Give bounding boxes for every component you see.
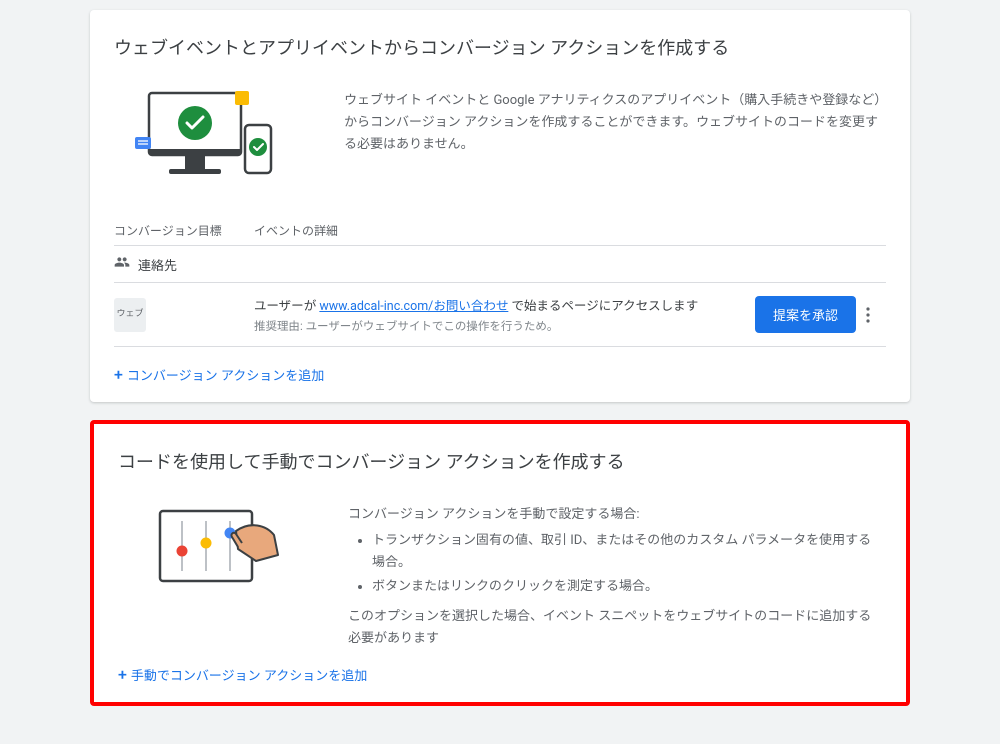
plus-icon: + (114, 365, 123, 384)
card1-intro: ウェブサイト イベントと Google アナリティクスのアプリイベント（購入手続… (114, 84, 886, 194)
url-link[interactable]: www.adcal-inc.com/お問い合わせ (319, 299, 508, 314)
add-conversion-action-link[interactable]: + コンバージョン アクションを追加 (114, 365, 324, 384)
card1-description: ウェブサイト イベントと Google アナリティクスのアプリイベント（購入手続… (344, 84, 886, 156)
event-detail-main: ユーザーが www.adcal-inc.com/お問い合わせ で始まるページにア… (254, 295, 716, 314)
monitor-illustration (114, 84, 304, 194)
goal-group-header: 連絡先 (114, 246, 886, 283)
bullet-click: ボタンまたはリンクのクリックを測定する場合。 (372, 576, 882, 598)
table-header: コンバージョン目標 イベントの詳細 (114, 222, 886, 246)
approve-suggestion-button[interactable]: 提案を承認 (755, 296, 856, 333)
contact-icon (114, 254, 130, 274)
card2-title: コードを使用して手動でコンバージョン アクションを作成する (118, 448, 882, 474)
manual-conversion-card: コードを使用して手動でコンバージョン アクションを作成する コンバージョン アク… (90, 420, 910, 706)
add-manual-conversion-link[interactable]: + 手動でコンバージョン アクションを追加 (118, 665, 367, 684)
bullet-transaction: トランザクション固有の値、取引 ID、またはその他のカスタム パラメータを使用す… (372, 530, 882, 574)
card2-description: コンバージョン アクションを手動で設定する場合: トランザクション固有の値、取引… (348, 498, 882, 651)
col-detail-header: イベントの詳細 (254, 222, 716, 239)
sliders-illustration (118, 498, 308, 598)
col-goal-header: コンバージョン目標 (114, 222, 254, 239)
plus-icon: + (118, 665, 127, 684)
card2-intro: コンバージョン アクションを手動で設定する場合: トランザクション固有の値、取引… (118, 498, 882, 651)
event-detail-reason: 推奨理由: ユーザーがウェブサイトでこの操作を行うため。 (254, 318, 716, 334)
goal-label: 連絡先 (138, 255, 177, 274)
auto-conversion-card: ウェブイベントとアプリイベントからコンバージョン アクションを作成する ウェブサ… (90, 10, 910, 402)
more-menu-icon[interactable] (856, 303, 880, 327)
conversion-suggestion-row: ウェブ ユーザーが www.adcal-inc.com/お問い合わせ で始まるペ… (114, 283, 886, 347)
card1-title: ウェブイベントとアプリイベントからコンバージョン アクションを作成する (114, 34, 886, 60)
web-badge: ウェブ (114, 298, 146, 332)
